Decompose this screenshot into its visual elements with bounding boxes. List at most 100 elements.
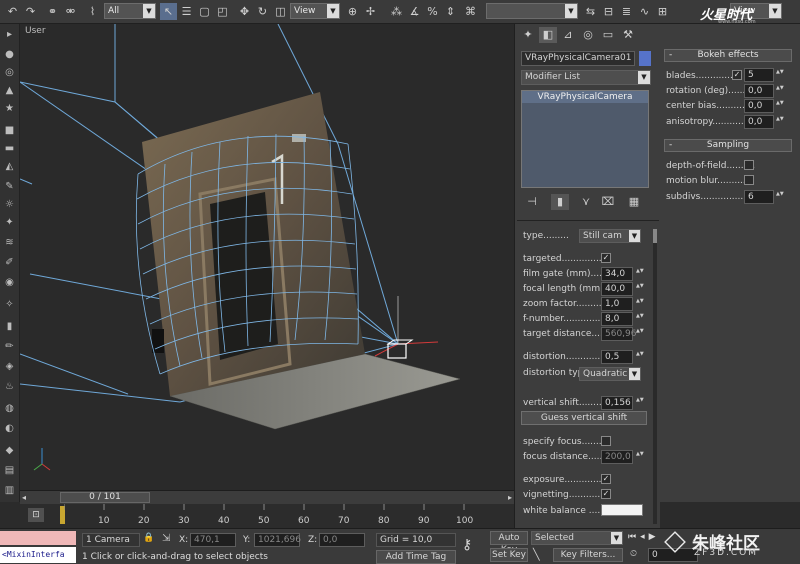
create-tab-icon[interactable]: ✦ [519, 27, 537, 43]
object-name-field[interactable]: VRayPhysicalCamera01 [521, 51, 635, 66]
distortion-field[interactable]: 0,5 [601, 350, 633, 364]
camera-type-dropdown[interactable]: Still cam ▼ [579, 229, 641, 243]
spinner-icon[interactable]: ▲▼ [776, 100, 784, 112]
z-coord-field[interactable]: 0,0 [319, 533, 365, 547]
distortion-type-dropdown[interactable]: Quadratic ▼ [579, 367, 641, 381]
hierarchy-tab-icon[interactable]: ⊿ [559, 27, 577, 43]
set-key-button[interactable]: Set Key [490, 548, 528, 562]
viewport-user[interactable]: User [20, 24, 514, 490]
selection-filter-dropdown[interactable]: All ▼ [104, 3, 156, 19]
render-icon[interactable]: ◈ [2, 360, 17, 374]
vignetting-checkbox[interactable]: ✓ [601, 489, 611, 499]
teapot-icon[interactable]: ♨ [2, 380, 17, 394]
snap-icon[interactable]: ⁂ [388, 3, 405, 20]
target-distance-field[interactable]: 560,96 [601, 327, 637, 341]
utilities-tab-icon[interactable]: ⚒ [619, 27, 637, 43]
targeted-checkbox[interactable]: ✓ [601, 253, 611, 263]
expand-icon[interactable]: ▸ [2, 28, 17, 42]
add-time-tag-button[interactable]: Add Time Tag [376, 550, 456, 564]
white-balance-swatch[interactable] [601, 504, 643, 516]
motion-blur-checkbox[interactable] [744, 175, 754, 185]
x-coord-field[interactable]: 470,1 [190, 533, 236, 547]
spinner-icon[interactable]: ▲▼ [776, 69, 784, 81]
brush-icon[interactable]: ✏ [2, 340, 17, 354]
absolute-mode-icon[interactable]: ⇲ [162, 533, 170, 544]
display-tab-icon[interactable]: ▭ [599, 27, 617, 43]
geosphere-icon[interactable]: ◍ [2, 402, 17, 416]
spinner-icon[interactable]: ▲▼ [636, 268, 644, 280]
mini-curve-editor-icon[interactable]: ⊡ [28, 508, 44, 522]
guess-vertical-shift-button[interactable]: Guess vertical shift [521, 411, 647, 425]
next-frame-icon[interactable]: ▸ [508, 493, 512, 502]
named-selection-dropdown[interactable]: ▼ [486, 3, 578, 19]
pin-stack-icon[interactable]: ⊣ [523, 194, 541, 210]
modifier-list-dropdown[interactable]: Modifier List ▼ [521, 70, 651, 85]
torus-icon[interactable]: ◎ [2, 66, 17, 80]
box-icon[interactable]: ■ [2, 124, 17, 138]
undo-icon[interactable]: ↶ [4, 3, 21, 20]
modify-tab-icon[interactable]: ◧ [539, 27, 557, 43]
configure-sets-icon[interactable]: ▦ [625, 194, 643, 210]
vertical-shift-field[interactable]: 0,156 [601, 396, 633, 410]
layer-manager-icon[interactable]: ▤ [2, 464, 17, 478]
maxscript-icon[interactable]: ▥ [2, 484, 17, 498]
blades-field[interactable]: 5 [744, 68, 774, 82]
spinner-icon[interactable]: ▲▼ [636, 283, 644, 295]
wrench-icon[interactable]: ✎ [2, 180, 17, 194]
lock-icon[interactable]: 🔒 [143, 533, 154, 543]
helper-icon[interactable]: ✦ [2, 216, 17, 230]
show-end-result-icon[interactable]: ▮ [551, 194, 569, 210]
paint-icon[interactable]: ✐ [2, 256, 17, 270]
rect-selection-icon[interactable]: ▢ [196, 3, 213, 20]
focus-distance-field[interactable]: 200,0 [601, 450, 633, 464]
schematic-icon[interactable]: ⊞ [654, 3, 671, 20]
window-crossing-icon[interactable]: ◰ [214, 3, 231, 20]
spinner-icon[interactable]: ▲▼ [776, 116, 784, 128]
scale-icon[interactable]: ◫ [272, 3, 289, 20]
spinner-icon[interactable]: ▲▼ [776, 191, 784, 203]
panel-scrollbar[interactable] [653, 229, 657, 524]
named-sets-icon[interactable]: ⌘ [462, 3, 479, 20]
spinner-icon[interactable]: ▲▼ [636, 328, 644, 340]
spinner-snap-icon[interactable]: ⇕ [442, 3, 459, 20]
cone-icon[interactable]: ▲ [2, 84, 17, 98]
pivot-icon[interactable]: ⊕ [344, 3, 361, 20]
key-filters-button[interactable]: Key Filters... [553, 548, 623, 562]
plane-icon[interactable]: ▬ [2, 142, 17, 156]
unlink-icon[interactable]: ⚮ [62, 3, 79, 20]
time-slider[interactable]: 0 / 101 ◂ ▸ [20, 490, 514, 504]
exposure-checkbox[interactable]: ✓ [601, 474, 611, 484]
maxscript-listener-pink[interactable] [0, 531, 76, 545]
time-slider-thumb[interactable]: 0 / 101 [60, 492, 150, 503]
zoom-factor-field[interactable]: 1,0 [601, 297, 633, 311]
tube-icon[interactable]: ◐ [2, 422, 17, 436]
percent-snap-icon[interactable]: % [424, 3, 441, 20]
stack-item[interactable]: VRayPhysicalCamera [522, 91, 648, 103]
star-icon[interactable]: ★ [2, 102, 17, 116]
align-icon[interactable]: ⊟ [600, 3, 617, 20]
playback-controls[interactable]: ⏮◂▶ [628, 532, 660, 542]
spinner-icon[interactable]: ▲▼ [636, 451, 644, 463]
remove-modifier-icon[interactable]: ⌧ [599, 194, 617, 210]
object-color-swatch[interactable] [639, 51, 651, 66]
sampling-rollout-header[interactable]: - Sampling [664, 139, 792, 152]
angle-snap-icon[interactable]: ∡ [406, 3, 423, 20]
link-icon[interactable]: ⚭ [44, 3, 61, 20]
sphere-icon[interactable]: ● [2, 48, 17, 62]
cylinder-icon[interactable]: ▮ [2, 320, 17, 334]
viewport-label[interactable]: User [25, 26, 46, 36]
center-bias-field[interactable]: 0,0 [744, 99, 774, 113]
maxscript-mini-listener[interactable]: <MixinInterfa [0, 547, 76, 563]
spinner-icon[interactable]: ▲▼ [776, 85, 784, 97]
curve-editor-icon[interactable]: ∿ [636, 3, 653, 20]
particle-icon[interactable]: ✧ [2, 298, 17, 312]
manipulate-icon[interactable]: ✢ [362, 3, 379, 20]
spinner-icon[interactable]: ▲▼ [636, 397, 644, 409]
anisotropy-field[interactable]: 0,0 [744, 115, 774, 129]
spinner-icon[interactable]: ▲▼ [636, 313, 644, 325]
make-unique-icon[interactable]: ⋎ [577, 194, 595, 210]
spacewarp-icon[interactable]: ≋ [2, 236, 17, 250]
pyramid-icon[interactable]: ◭ [2, 160, 17, 174]
focal-length-field[interactable]: 40,0 [601, 282, 633, 296]
f-number-field[interactable]: 8,0 [601, 312, 633, 326]
